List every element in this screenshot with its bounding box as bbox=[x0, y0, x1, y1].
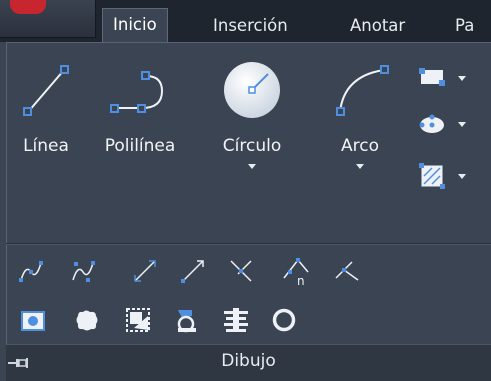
table-button[interactable] bbox=[222, 306, 248, 332]
tab-anotar[interactable]: Anotar bbox=[340, 10, 415, 42]
xline-icon bbox=[335, 261, 359, 281]
polyline-icon bbox=[110, 71, 164, 113]
boundary-button[interactable] bbox=[172, 306, 198, 333]
wipeout-button[interactable] bbox=[124, 306, 150, 332]
revision-cloud-icon bbox=[76, 310, 98, 331]
arc-dropdown-icon[interactable] bbox=[356, 164, 364, 169]
construction-line-button[interactable] bbox=[132, 258, 158, 284]
circle-label: Círculo bbox=[222, 136, 282, 156]
svg-text:n: n bbox=[297, 274, 305, 286]
line-icon bbox=[23, 65, 69, 116]
ellipse-icon bbox=[419, 114, 444, 133]
construction-line-icon bbox=[134, 260, 156, 282]
ellipse-button[interactable] bbox=[418, 110, 466, 140]
donut-button[interactable] bbox=[270, 306, 296, 332]
arc-label: Arco bbox=[341, 136, 379, 156]
multiple-points-icon bbox=[230, 260, 252, 282]
rectangle-icon bbox=[419, 68, 445, 86]
table-icon bbox=[224, 308, 248, 332]
revision-cloud-button[interactable] bbox=[74, 308, 100, 334]
hatch-dropdown-icon[interactable] bbox=[458, 174, 466, 179]
tab-inicio[interactable]: Inicio bbox=[102, 8, 168, 43]
region-button[interactable] bbox=[20, 308, 46, 334]
xline-button[interactable] bbox=[334, 258, 360, 284]
circle-dropdown-icon[interactable] bbox=[248, 164, 256, 169]
rectangle-dropdown-icon[interactable] bbox=[458, 76, 466, 81]
divide-button[interactable]: n bbox=[282, 256, 309, 288]
rectangle-button[interactable] bbox=[418, 64, 466, 94]
hatch-button[interactable] bbox=[418, 162, 466, 192]
ray-button[interactable] bbox=[180, 258, 206, 284]
ellipse-dropdown-icon[interactable] bbox=[458, 122, 466, 127]
tab-insercion[interactable]: Inserción bbox=[203, 10, 298, 42]
spline-cv-icon bbox=[72, 261, 95, 282]
polyline-label: Polilínea bbox=[104, 136, 176, 156]
spline-fit-button[interactable] bbox=[18, 258, 44, 284]
spline-fit-icon bbox=[19, 261, 43, 282]
app-logo-icon bbox=[10, 0, 46, 14]
multiple-points-button[interactable] bbox=[228, 258, 254, 284]
wipeout-icon bbox=[126, 308, 150, 332]
boundary-icon bbox=[177, 310, 196, 333]
ribbon-tab-bar: Inicio Inserción Anotar Pa bbox=[0, 0, 491, 43]
tab-partial[interactable]: Pa bbox=[445, 10, 484, 42]
line-label: Línea bbox=[23, 136, 69, 156]
arc-icon bbox=[336, 65, 389, 116]
panel-separator-highlight bbox=[6, 244, 491, 245]
region-icon bbox=[21, 311, 45, 331]
circle-icon bbox=[224, 62, 280, 118]
spline-cv-button[interactable] bbox=[70, 258, 96, 284]
ray-icon bbox=[181, 260, 204, 283]
panel-footer[interactable]: Dibujo bbox=[6, 344, 491, 381]
hatch-icon bbox=[419, 163, 445, 189]
application-menu-button[interactable] bbox=[0, 0, 96, 38]
divide-icon: n bbox=[283, 258, 309, 288]
panel-title: Dibujo bbox=[221, 351, 276, 371]
donut-icon bbox=[272, 308, 296, 332]
